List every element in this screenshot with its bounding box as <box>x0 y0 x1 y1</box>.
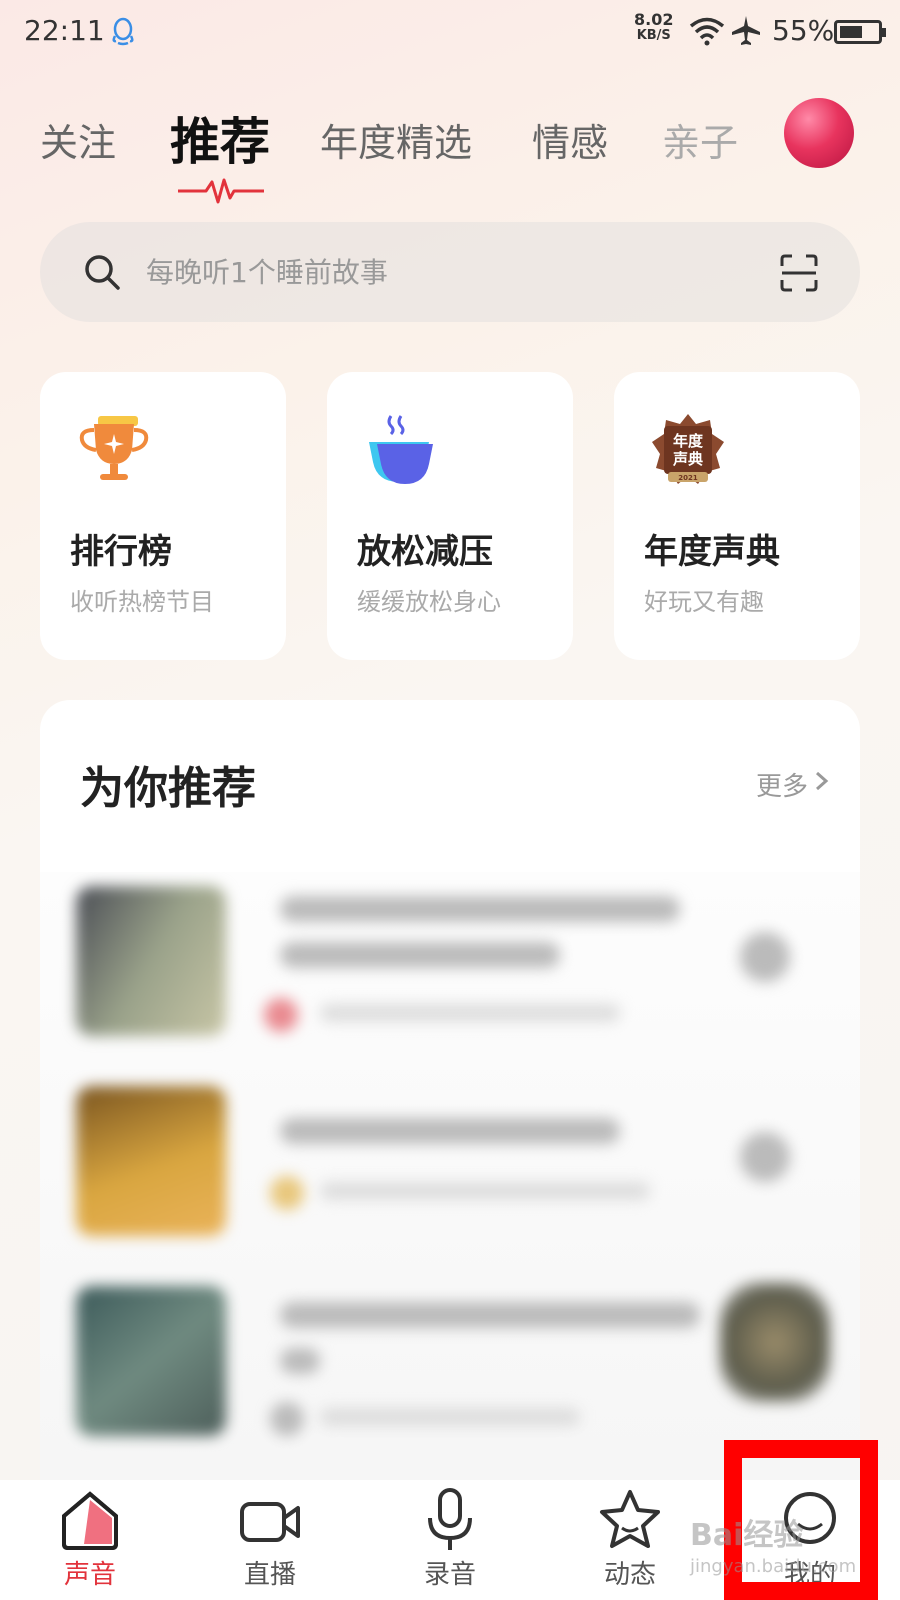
nav-live[interactable]: 直播 <box>180 1480 360 1600</box>
video-camera-icon <box>240 1502 300 1542</box>
nav-record[interactable]: 录音 <box>360 1480 540 1600</box>
search-input[interactable] <box>146 222 706 322</box>
list-item-thumbnail <box>76 1086 226 1236</box>
battery-icon <box>834 20 886 44</box>
tab-annual-picks[interactable]: 年度精选 <box>320 112 472 167</box>
nav-sound-label: 声音 <box>63 1560 116 1590</box>
play-icon[interactable] <box>740 932 790 982</box>
recommend-title: 为你推荐 <box>80 763 256 814</box>
list-item-thumbnail <box>76 1286 226 1436</box>
badge-text-line2: 声典 <box>672 450 703 468</box>
battery-percent: 55% <box>772 14 835 47</box>
tab-recommend[interactable]: 推荐 <box>170 102 270 174</box>
recommend-section: 为你推荐 更多 <box>40 700 860 880</box>
nav-record-label: 录音 <box>423 1560 476 1590</box>
card-annual-awards-subtitle: 好玩又有趣 <box>644 588 764 616</box>
card-relax-title: 放松减压 <box>357 532 493 572</box>
coffee-cup-icon <box>369 415 433 484</box>
status-time: 22:11 <box>24 14 105 47</box>
microphone-icon <box>428 1488 472 1550</box>
card-annual-awards-title: 年度声典 <box>644 532 780 572</box>
play-icon[interactable] <box>740 1132 790 1182</box>
card-ranking-subtitle: 收听热榜节目 <box>70 588 214 616</box>
tab-follow[interactable]: 关注 <box>40 112 116 167</box>
annual-badge-icon: 年度 声典 2021 <box>652 414 724 484</box>
network-speed: 8.02 KB/S <box>634 12 673 44</box>
tab-parenting[interactable]: 亲子 <box>662 112 738 167</box>
category-tabs: 关注 推荐 年度精选 情感 亲子 <box>0 96 900 206</box>
card-annual-awards[interactable]: 年度 声典 2021 年度声典 好玩又有趣 <box>614 372 860 660</box>
card-relax[interactable]: 放松减压 缓缓放松身心 <box>327 372 573 660</box>
search-bar[interactable] <box>40 222 860 322</box>
airplane-mode-icon <box>732 16 760 45</box>
chevron-right-icon[interactable] <box>814 770 830 792</box>
wifi-icon <box>689 17 725 46</box>
tab-emotion[interactable]: 情感 <box>532 112 608 167</box>
nav-live-label: 直播 <box>243 1560 296 1590</box>
list-item[interactable] <box>40 872 860 1072</box>
list-item-thumbnail <box>76 886 226 1036</box>
watermark: Bai经验 <box>690 1518 804 1553</box>
active-tab-indicator <box>178 178 264 204</box>
list-item[interactable] <box>40 1072 860 1272</box>
qq-notification-icon <box>112 17 134 46</box>
status-bar: 22:11 8.02 KB/S 55% <box>0 0 900 66</box>
card-relax-subtitle: 缓缓放松身心 <box>357 588 501 616</box>
scan-icon[interactable] <box>780 254 818 292</box>
watermark-url: jingyan.baidu.com <box>690 1556 857 1577</box>
more-link[interactable]: 更多 <box>756 766 808 803</box>
card-ranking[interactable]: 排行榜 收听热榜节目 <box>40 372 286 660</box>
badge-text-line1: 年度 <box>673 432 704 450</box>
star-icon <box>600 1490 660 1548</box>
network-speed-unit: KB/S <box>636 28 671 43</box>
card-ranking-title: 排行榜 <box>70 532 172 572</box>
network-speed-value: 8.02 <box>634 10 674 29</box>
home-sound-icon <box>62 1491 118 1550</box>
search-icon <box>85 255 120 290</box>
badge-year: 2021 <box>678 474 698 482</box>
trophy-icon <box>79 416 149 480</box>
recommend-list <box>40 872 860 1482</box>
nav-sound[interactable]: 声音 <box>0 1480 180 1600</box>
user-avatar[interactable] <box>784 98 854 168</box>
